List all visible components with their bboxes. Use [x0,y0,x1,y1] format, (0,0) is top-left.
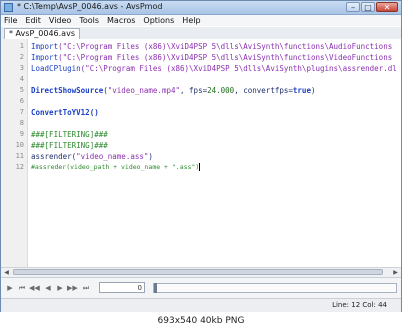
menu-tools[interactable]: Tools [79,16,99,25]
code-comment: #assreder(video_path + video_name + ".as… [31,163,200,171]
code-string: ("C:\Program Files (x86)\XviD4PSP 5\dlls… [58,42,393,51]
next-frame-icon[interactable]: ▶ [55,283,65,293]
window-title: * C:\Temp\AvsP_0046.avs - AvsPmod [17,2,163,11]
code-line-12: #assreder(video_path + video_name + ".as… [31,163,201,171]
code-line-10: ###[FILTERING]### [31,141,108,150]
line-number: 7 [19,108,24,116]
code-line-9: ###[FILTERING]### [31,130,108,139]
code-string: "video_name.ass" [76,152,149,161]
code-line-2: Import("C:\Program Files (x86)\XviD4PSP … [31,53,392,62]
prev-second-icon[interactable]: ◀◀ [29,283,40,293]
line-number-gutter: 1 2 3 4 5 6 7 8 9 10 11 12 [1,39,28,267]
code-keyword: true [292,86,311,95]
scrollbar-thumb[interactable] [13,269,383,275]
horizontal-scrollbar[interactable]: ◀ ▶ [1,267,401,277]
image-caption: 693x540 40kb PNG [0,313,402,329]
line-number: 6 [19,97,24,105]
line-number: 1 [19,42,24,50]
video-slider-handle[interactable] [154,283,157,293]
code-text: assrender( [31,152,77,161]
code-line-1: Import("C:\Program Files (x86)\XviD4PSP … [31,42,392,51]
status-bar: Line: 12 Col: 44 [1,298,401,312]
code-text: , convertfps= [234,86,293,95]
play-icon[interactable]: ▶ [5,283,15,293]
code-function: Import [31,53,59,62]
line-number: 10 [15,141,24,149]
menu-file[interactable]: File [4,16,17,25]
scroll-left-icon[interactable]: ◀ [2,268,11,277]
video-controls: ▶ ⏮ ◀◀ ◀ ▶ ▶▶ ⏭ 0 [1,277,401,298]
video-slider[interactable] [153,283,397,293]
code-line-5: DirectShowSource("video_name.mp4", fps=2… [31,86,315,95]
code-string: "video_name.mp4" [107,86,181,95]
line-number: 11 [15,152,24,160]
menu-video[interactable]: Video [49,16,71,25]
menu-options[interactable]: Options [143,16,174,25]
next-second-icon[interactable]: ▶▶ [67,283,78,293]
line-number: 5 [19,86,24,94]
app-window: * C:\Temp\AvsP_0046.avs - AvsPmod – □ ✕ … [0,0,402,312]
script-editor[interactable]: 1 2 3 4 5 6 7 8 9 10 11 12 Import("C:\Pr… [1,39,401,267]
close-button[interactable]: ✕ [376,2,398,12]
code-text: ) [148,152,153,161]
code-function: DirectShowSource [31,86,104,95]
code-text: , fps= [180,86,208,95]
code-function: LoadCPlugin [31,64,81,73]
minimize-button[interactable]: – [346,2,360,12]
scroll-right-icon[interactable]: ▶ [391,268,400,277]
code-number: 24.000 [207,86,235,95]
line-number: 4 [19,75,24,83]
tab-script[interactable]: * AvsP_0046.avs [4,28,80,39]
code-line-11: assrender("video_name.ass") [31,152,153,161]
prev-frame-icon[interactable]: ◀ [43,283,53,293]
code-string: ("C:\Program Files (x86)\XviD4PSP 5\dlls… [58,53,393,62]
code-function: Import [31,42,59,51]
title-bar: * C:\Temp\AvsP_0046.avs - AvsPmod – □ ✕ [1,1,401,15]
code-text: ) [310,86,316,95]
first-frame-icon[interactable]: ⏮ [17,283,27,293]
frame-number-input[interactable]: 0 [99,282,145,293]
menu-help[interactable]: Help [182,16,200,25]
menu-macros[interactable]: Macros [107,16,135,25]
menu-bar: File Edit Video Tools Macros Options Hel… [1,15,401,26]
code-line-7: ConvertToYV12() [31,108,99,117]
line-number: 3 [19,64,24,72]
maximize-button[interactable]: □ [361,2,375,12]
code-string: ("C:\Program Files (x86)\XviD4PSP 5\dlls… [80,64,397,73]
line-number: 9 [19,130,24,138]
code-line-3: LoadCPlugin("C:\Program Files (x86)\XviD… [31,64,397,73]
last-frame-icon[interactable]: ⏭ [81,283,91,293]
line-number: 8 [19,119,24,127]
code-function: ConvertToYV12() [31,108,99,117]
cursor-position: Line: 12 Col: 44 [332,301,387,309]
line-number: 12 [15,163,24,171]
text-caret [199,163,201,171]
line-number: 2 [19,53,24,61]
menu-edit[interactable]: Edit [25,16,41,25]
app-icon [4,3,13,12]
